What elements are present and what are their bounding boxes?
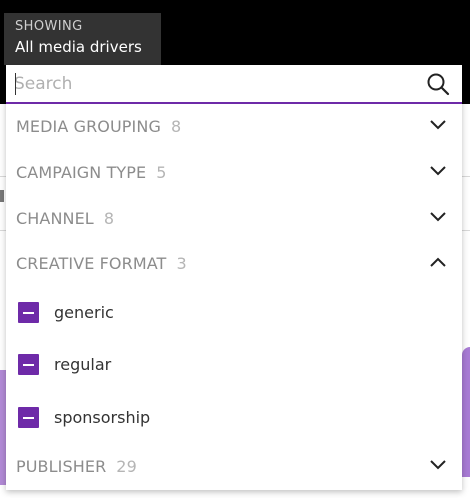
group-count: 8 — [170, 117, 182, 136]
group-label: CHANNEL 8 — [16, 209, 115, 228]
chevron-down-icon[interactable] — [429, 459, 447, 471]
background-axis-tick — [0, 190, 4, 202]
group-label: CREATIVE FORMAT 3 — [16, 254, 187, 273]
search-icon[interactable] — [426, 72, 450, 96]
group-creative-format[interactable]: CREATIVE FORMAT 3 — [6, 241, 462, 287]
indeterminate-checkbox[interactable] — [18, 354, 39, 375]
background-chart-area — [462, 347, 470, 477]
chevron-up-icon[interactable] — [429, 256, 447, 268]
group-label: CAMPAIGN TYPE 5 — [16, 163, 167, 182]
option-label: regular — [54, 355, 112, 374]
option-label: generic — [54, 303, 114, 322]
option-label: sponsorship — [54, 408, 151, 427]
group-count: 29 — [116, 457, 137, 476]
group-label: PUBLISHER 29 — [16, 457, 137, 476]
group-label: MEDIA GROUPING 8 — [16, 117, 182, 136]
chevron-down-icon[interactable] — [429, 165, 447, 177]
group-channel[interactable]: CHANNEL 8 — [6, 196, 462, 242]
group-media-grouping[interactable]: MEDIA GROUPING 8 — [6, 104, 462, 150]
option-regular[interactable]: regular — [6, 346, 462, 386]
group-count: 5 — [156, 163, 167, 182]
indeterminate-checkbox[interactable] — [18, 407, 39, 428]
showing-selector[interactable]: SHOWING All media drivers — [4, 13, 161, 65]
search-input[interactable] — [14, 71, 404, 97]
option-generic[interactable]: generic — [6, 294, 462, 334]
media-driver-dropdown: MEDIA GROUPING8 CAMPAIGN TYPE5 CHANNEL8 … — [6, 65, 462, 490]
group-count: 8 — [103, 209, 115, 228]
group-publisher[interactable]: PUBLISHER 29 — [6, 444, 462, 490]
indeterminate-checkbox[interactable] — [18, 302, 39, 323]
group-campaign-type[interactable]: CAMPAIGN TYPE 5 — [6, 150, 462, 196]
search-bar — [6, 65, 462, 104]
chevron-down-icon[interactable] — [429, 211, 447, 223]
option-sponsorship[interactable]: sponsorship — [6, 399, 462, 439]
showing-label: SHOWING — [15, 19, 83, 34]
showing-value: All media drivers — [15, 38, 142, 56]
chevron-down-icon[interactable] — [429, 119, 447, 131]
text-cursor — [15, 73, 16, 95]
group-count: 3 — [176, 254, 187, 273]
